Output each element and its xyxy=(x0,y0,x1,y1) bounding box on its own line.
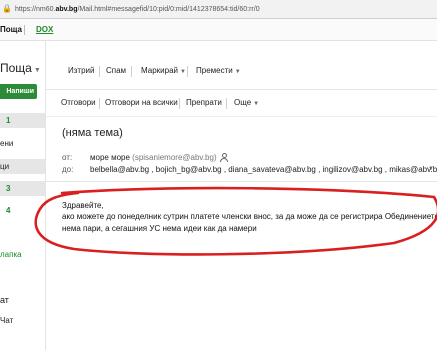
mark-menu[interactable]: Маркирай ▼ xyxy=(141,60,186,83)
divider xyxy=(187,66,188,77)
person-icon[interactable] xyxy=(219,153,228,162)
divider xyxy=(24,25,25,35)
sidebar-item-drafts[interactable]: ци xyxy=(0,159,45,174)
chevron-down-icon: ▼ xyxy=(180,69,186,75)
message-subject: (няма тема) xyxy=(62,127,123,139)
sidebar-title[interactable]: Поща ▼ xyxy=(0,61,41,75)
sender[interactable]: море море (spisaniemore@abv.bg) xyxy=(90,153,228,162)
reply-toolbar: Отговори Отговори на всички Препрати Още… xyxy=(46,92,437,114)
from-label: от: xyxy=(62,153,73,162)
unread-count: 3 xyxy=(6,184,11,193)
reply-all-button[interactable]: Отговори на всички xyxy=(105,92,178,114)
sidebar-title-text: Поща xyxy=(0,61,32,75)
sidebar-item-label: ени xyxy=(0,139,14,148)
sidebar-item-label: ци xyxy=(0,162,10,171)
recipients-list[interactable]: belbella@abv.bg , bojich_bg@abv.bg , dia… xyxy=(90,165,437,174)
divider xyxy=(99,66,100,77)
sidebar-item-label: лапка xyxy=(0,250,22,259)
dox-link[interactable]: DOX xyxy=(36,19,53,41)
more-menu[interactable]: Още ▼ xyxy=(234,92,259,115)
message-toolbar: Изтрий Спам Маркирай ▼ Премести ▼ xyxy=(46,60,437,82)
unread-count: 4 xyxy=(6,206,11,215)
divider xyxy=(99,98,100,109)
spam-button[interactable]: Спам xyxy=(106,60,126,82)
address-bar[interactable]: 🔒 https://nm60.abv.bg/Mail.html#messagefi… xyxy=(0,0,437,19)
url-host: abv.bg xyxy=(55,6,78,13)
delete-button[interactable]: Изтрий xyxy=(68,60,94,82)
url-prefix: https://nm60. xyxy=(14,6,56,13)
sender-email: (spisaniemore@abv.bg) xyxy=(132,153,217,162)
sidebar-item-sent[interactable]: ени xyxy=(0,136,45,151)
unread-count: 1 xyxy=(6,116,11,125)
sidebar-item-chat-header: ат xyxy=(0,293,45,308)
chevron-down-icon[interactable]: ▼ xyxy=(428,166,434,172)
divider xyxy=(46,89,437,90)
mark-label: Маркирай xyxy=(141,66,178,75)
url-path: /Mail.html#messagefid/10:pid/0:mid/14123… xyxy=(77,6,260,13)
sidebar-item-chat[interactable]: Чат xyxy=(0,313,45,328)
move-label: Премести xyxy=(196,66,233,75)
annotation-ellipse xyxy=(34,186,437,256)
more-label: Още xyxy=(234,98,252,107)
sidebar-item-label: ат xyxy=(0,295,9,305)
sidebar-item-label: Чат xyxy=(0,316,14,325)
chevron-down-icon: ▼ xyxy=(253,101,260,107)
compose-button[interactable]: Напиши xyxy=(0,84,37,99)
lock-icon: 🔒 xyxy=(2,4,12,13)
chevron-down-icon: ▼ xyxy=(234,69,241,75)
divider xyxy=(131,66,132,77)
reply-button[interactable]: Отговори xyxy=(61,92,96,114)
sender-name: море море xyxy=(90,153,130,162)
to-label: до: xyxy=(62,165,74,174)
service-strip: Поща DOX xyxy=(0,19,437,41)
move-menu[interactable]: Премести ▼ xyxy=(196,60,241,83)
divider xyxy=(226,98,227,109)
webmail-window: 🔒 https://nm60.abv.bg/Mail.html#messagefi… xyxy=(0,0,437,350)
divider xyxy=(46,181,437,182)
mail-service-tab[interactable]: Поща xyxy=(0,19,22,41)
forward-button[interactable]: Препрати xyxy=(186,92,222,114)
sidebar-item-inbox[interactable]: 1 xyxy=(0,113,45,128)
chevron-down-icon: ▼ xyxy=(33,67,41,74)
divider xyxy=(179,98,180,109)
divider xyxy=(46,116,437,117)
